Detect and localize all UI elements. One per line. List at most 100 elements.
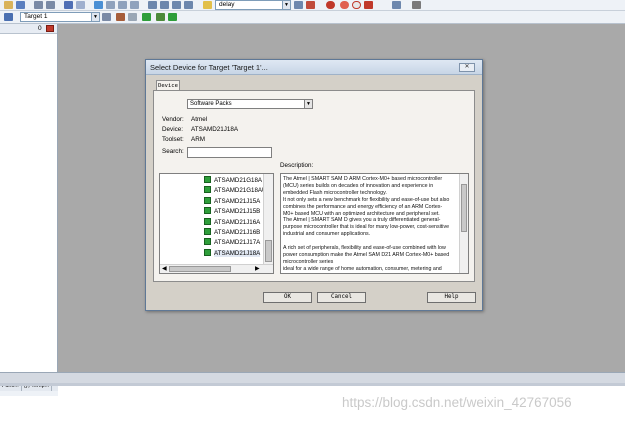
target-select[interactable]: Target 1 ▼ xyxy=(20,12,100,22)
device-list-item[interactable]: ATSAMD21G18A xyxy=(204,176,262,186)
start-debug-icon[interactable] xyxy=(326,1,335,9)
description-line: M0+ based MCU with an optimized architec… xyxy=(283,210,440,217)
breakpoint-icon[interactable] xyxy=(340,1,349,9)
device-list-item[interactable]: ATSAMD21J15A xyxy=(204,196,261,207)
description-label: Description: xyxy=(280,162,314,169)
cancel-button[interactable]: Cancel xyxy=(317,292,366,303)
find-combo[interactable]: delay ▼ xyxy=(215,0,291,10)
description-text: The Atmel | SMART SAM D ARM Cortex-M0+ b… xyxy=(283,176,459,273)
description-box[interactable]: The Atmel | SMART SAM D ARM Cortex-M0+ b… xyxy=(280,173,469,274)
pack-source-select[interactable]: Software Packs ▼ xyxy=(187,99,313,109)
pack-installer-icon[interactable] xyxy=(142,13,151,21)
file-extensions-icon[interactable] xyxy=(116,13,125,21)
search-label: Search: xyxy=(162,148,184,155)
uncomment-icon[interactable] xyxy=(184,1,193,9)
watermark: https://blog.csdn.net/weixin_42767056 xyxy=(342,395,572,410)
project-pane-header: 0 xyxy=(0,24,57,34)
chevron-down-icon[interactable]: ▼ xyxy=(282,1,290,9)
translate-icon[interactable] xyxy=(4,13,13,21)
chip-icon xyxy=(204,207,211,215)
device-label: Device: xyxy=(162,126,183,133)
device-name: ATSAMD21G18A xyxy=(214,177,263,184)
device-value: ATSAMD21J18A xyxy=(191,126,239,133)
select-packs-icon[interactable] xyxy=(156,13,165,21)
chevron-down-icon[interactable]: ▼ xyxy=(304,100,312,108)
close-icon[interactable]: ✕ xyxy=(459,63,475,72)
device-list-item[interactable]: ATSAMD21J16A xyxy=(204,217,260,228)
find-in-files-icon[interactable] xyxy=(203,1,212,9)
chip-icon xyxy=(204,238,211,246)
project-pane-badge: 0 xyxy=(38,25,42,32)
description-line: A rich set of peripherals, flexibility a… xyxy=(283,245,446,252)
device-name: ATSAMD21J18A xyxy=(214,249,261,257)
device-name: ATSAMD21G18AU xyxy=(214,187,267,195)
device-list-item[interactable]: ATSAMD21G18AU xyxy=(204,186,267,196)
device-tree-hscrollbar[interactable]: ◀ ▶ xyxy=(160,264,273,273)
toolbar-build: Target 1 ▼ xyxy=(0,11,625,24)
toolbar-top: delay ▼ xyxy=(0,0,625,11)
device-tree-vscrollbar[interactable] xyxy=(263,174,273,264)
bookmark-next-icon[interactable] xyxy=(118,1,127,9)
ok-button[interactable]: OK xyxy=(263,292,312,303)
dialog-titlebar[interactable]: Select Device for Target 'Target 1'... ✕ xyxy=(146,60,482,75)
description-line: power consumption make the Atmel SAM D21… xyxy=(283,251,450,258)
toolset-value: ARM xyxy=(191,136,205,143)
unindent-icon[interactable] xyxy=(160,1,169,9)
description-line: purpose microcontroller that is ideal fo… xyxy=(283,224,450,231)
breakpoint-disable-icon[interactable] xyxy=(352,1,361,9)
chip-icon xyxy=(204,176,211,183)
device-name: ATSAMD21J15B xyxy=(214,208,261,216)
find-icon[interactable] xyxy=(294,1,303,9)
device-list-item[interactable]: ATSAMD21J18A xyxy=(204,248,261,259)
indent-icon[interactable] xyxy=(148,1,157,9)
scroll-left-icon[interactable]: ◀ xyxy=(162,265,167,273)
device-tree[interactable]: ATSAMD21G18A ATSAMD21G18AU ATSAMD21J15A ATS… xyxy=(159,173,274,274)
nav-back-icon[interactable] xyxy=(64,1,73,9)
chip-icon xyxy=(204,186,211,194)
vendor-value: Atmel xyxy=(191,116,208,123)
breakpoint-kill-icon[interactable] xyxy=(364,1,373,9)
nav-forward-icon[interactable] xyxy=(76,1,85,9)
chip-icon xyxy=(204,228,211,235)
run-time-environment-icon[interactable] xyxy=(168,13,177,21)
undo-icon[interactable] xyxy=(34,1,43,9)
device-name: ATSAMD21J15A xyxy=(214,197,261,205)
comment-icon[interactable] xyxy=(172,1,181,9)
window-layout-icon[interactable] xyxy=(392,1,401,9)
bookmark-icon[interactable] xyxy=(94,1,103,9)
vendor-label: Vendor: xyxy=(162,116,184,123)
description-line: combines the performance and energy effi… xyxy=(283,203,443,210)
scrollbar-thumb[interactable] xyxy=(265,240,272,262)
bookmark-prev-icon[interactable] xyxy=(106,1,115,9)
description-line: ideal for a wide range of home automatio… xyxy=(283,265,442,272)
project-pane-scroll[interactable] xyxy=(0,391,58,396)
description-line: microcontroller series xyxy=(283,258,334,265)
debug-icon[interactable] xyxy=(306,1,315,9)
manage-project-icon[interactable] xyxy=(128,13,137,21)
status-bar xyxy=(0,372,625,383)
description-scrollbar[interactable] xyxy=(459,174,468,273)
config-icon[interactable] xyxy=(412,1,421,9)
pack-source-value: Software Packs xyxy=(190,101,232,107)
description-line: It not only sets a new benchmark for fle… xyxy=(283,196,450,203)
device-panel: Software Packs ▼ Vendor: Atmel Device: A… xyxy=(153,90,475,282)
device-list-item[interactable]: ATSAMD21J16B xyxy=(204,228,260,238)
new-file-icon[interactable] xyxy=(4,1,13,9)
search-input[interactable] xyxy=(187,147,272,158)
device-list-item[interactable]: ATSAMD21J17A xyxy=(204,238,260,248)
scrollbar-thumb[interactable] xyxy=(461,184,467,232)
close-icon[interactable] xyxy=(46,25,54,32)
status-bar-edge xyxy=(0,383,625,386)
target-select-value: Target 1 xyxy=(24,13,48,20)
help-button[interactable]: Help xyxy=(427,292,476,303)
description-line: (MCU) series builds on decades of innova… xyxy=(283,182,434,189)
bookmark-clear-icon[interactable] xyxy=(130,1,139,9)
scrollbar-thumb[interactable] xyxy=(169,266,231,272)
scroll-right-icon[interactable]: ▶ xyxy=(255,265,260,273)
device-list-item[interactable]: ATSAMD21J15B xyxy=(204,207,260,217)
save-icon[interactable] xyxy=(16,1,25,9)
redo-icon[interactable] xyxy=(46,1,55,9)
find-combo-value: delay xyxy=(219,1,235,8)
target-options-icon[interactable] xyxy=(102,13,111,21)
chevron-down-icon[interactable]: ▼ xyxy=(91,13,99,21)
